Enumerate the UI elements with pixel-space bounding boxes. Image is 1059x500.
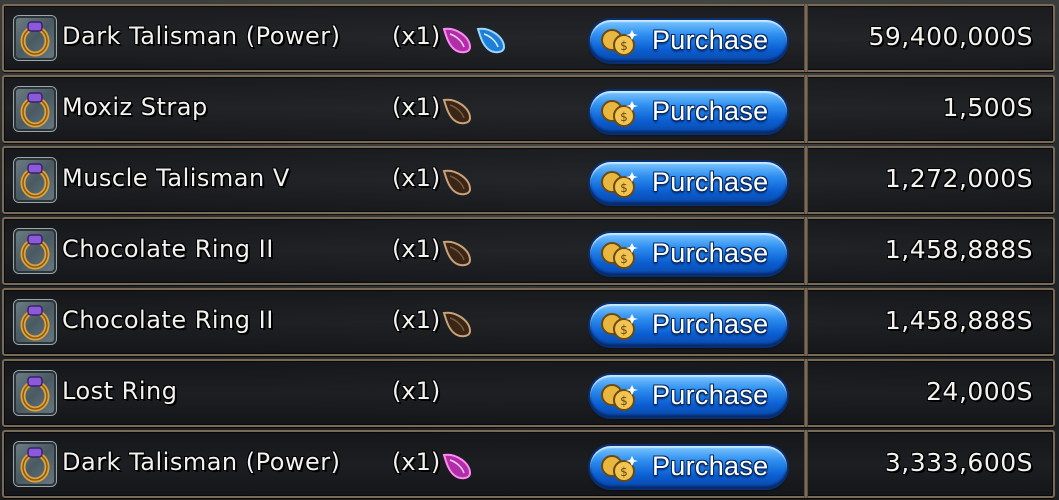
svg-text:$: $ (620, 110, 628, 124)
column-divider (804, 75, 808, 143)
item-quantity: (x1) (392, 22, 441, 50)
pink-gem-icon (440, 25, 474, 59)
coins-icon: $ (598, 239, 642, 275)
purchase-button[interactable]: $ Purchase (590, 304, 787, 346)
ring-icon (14, 442, 56, 486)
list-item: Lost Ring (x1) $ Purchase 24,000S (2, 359, 1055, 427)
item-price: 1,500S (942, 93, 1033, 122)
list-item: Muscle Talisman V (x1) $ Purchase 1,272,… (2, 146, 1055, 214)
purchase-button[interactable]: $ Purchase (590, 375, 787, 417)
item-price: 1,458,888S (884, 306, 1033, 335)
item-name: Dark Talisman (Power) (62, 22, 341, 50)
coins-icon: $ (598, 26, 642, 62)
item-quantity: (x1) (392, 448, 441, 476)
item-quantity: (x1) (392, 93, 441, 121)
purchase-button[interactable]: $ Purchase (590, 162, 787, 204)
item-price: 3,333,600S (884, 448, 1033, 477)
coins-icon: $ (598, 310, 642, 346)
list-item: Dark Talisman (Power) (x1) $ Purchase 59… (2, 4, 1055, 72)
list-item: Chocolate Ring II (x1) $ Purchase 1,458,… (2, 217, 1055, 285)
svg-text:$: $ (620, 39, 628, 53)
brown-gem-icon (440, 309, 474, 343)
item-quantity: (x1) (392, 164, 441, 192)
purchase-button[interactable]: $ Purchase (590, 91, 787, 133)
purchase-button[interactable]: $ Purchase (590, 233, 787, 275)
purchase-button-label: Purchase (652, 25, 769, 55)
item-name: Dark Talisman (Power) (62, 448, 341, 476)
blue-gem-icon (474, 25, 508, 59)
column-divider (804, 217, 808, 285)
purchase-button[interactable]: $ Purchase (590, 20, 787, 62)
item-quantity: (x1) (392, 235, 441, 263)
brown-gem-icon (440, 167, 474, 201)
svg-text:$: $ (620, 252, 628, 266)
purchase-button-label: Purchase (652, 380, 769, 410)
item-name: Moxiz Strap (62, 93, 208, 121)
coins-icon: $ (598, 381, 642, 417)
shop-list: Dark Talisman (Power) (x1) $ Purchase 59… (0, 0, 1059, 500)
svg-text:$: $ (620, 394, 628, 408)
purchase-button-label: Purchase (652, 96, 769, 126)
list-item: Dark Talisman (Power) (x1) $ Purchase 3,… (2, 430, 1055, 498)
coins-icon: $ (598, 97, 642, 133)
list-item: Moxiz Strap (x1) $ Purchase 1,500S (2, 75, 1055, 143)
brown-gem-icon (440, 238, 474, 272)
coins-icon: $ (598, 168, 642, 204)
ring-icon (14, 229, 56, 273)
purchase-button-label: Purchase (652, 451, 769, 481)
column-divider (804, 146, 808, 214)
brown-gem-icon (440, 96, 474, 130)
ring-icon (14, 300, 56, 344)
ring-icon (14, 371, 56, 415)
item-price: 1,272,000S (884, 164, 1033, 193)
ring-icon (14, 158, 56, 202)
item-name: Muscle Talisman V (62, 164, 290, 192)
item-quantity: (x1) (392, 377, 441, 405)
item-quantity: (x1) (392, 306, 441, 334)
purchase-button-label: Purchase (652, 309, 769, 339)
item-name: Lost Ring (62, 377, 178, 405)
list-item: Chocolate Ring II (x1) $ Purchase 1,458,… (2, 288, 1055, 356)
column-divider (804, 430, 808, 498)
ring-icon (14, 87, 56, 131)
ring-icon (14, 16, 56, 60)
item-price: 59,400,000S (868, 22, 1033, 51)
svg-text:$: $ (620, 465, 628, 479)
svg-text:$: $ (620, 181, 628, 195)
item-price: 24,000S (926, 377, 1033, 406)
purchase-button-label: Purchase (652, 167, 769, 197)
item-name: Chocolate Ring II (62, 235, 274, 263)
pink-gem-icon (440, 451, 474, 485)
item-name: Chocolate Ring II (62, 306, 274, 334)
item-price: 1,458,888S (884, 235, 1033, 264)
coins-icon: $ (598, 452, 642, 488)
column-divider (804, 4, 808, 72)
column-divider (804, 288, 808, 356)
svg-text:$: $ (620, 323, 628, 337)
purchase-button[interactable]: $ Purchase (590, 446, 787, 488)
column-divider (804, 359, 808, 427)
purchase-button-label: Purchase (652, 238, 769, 268)
